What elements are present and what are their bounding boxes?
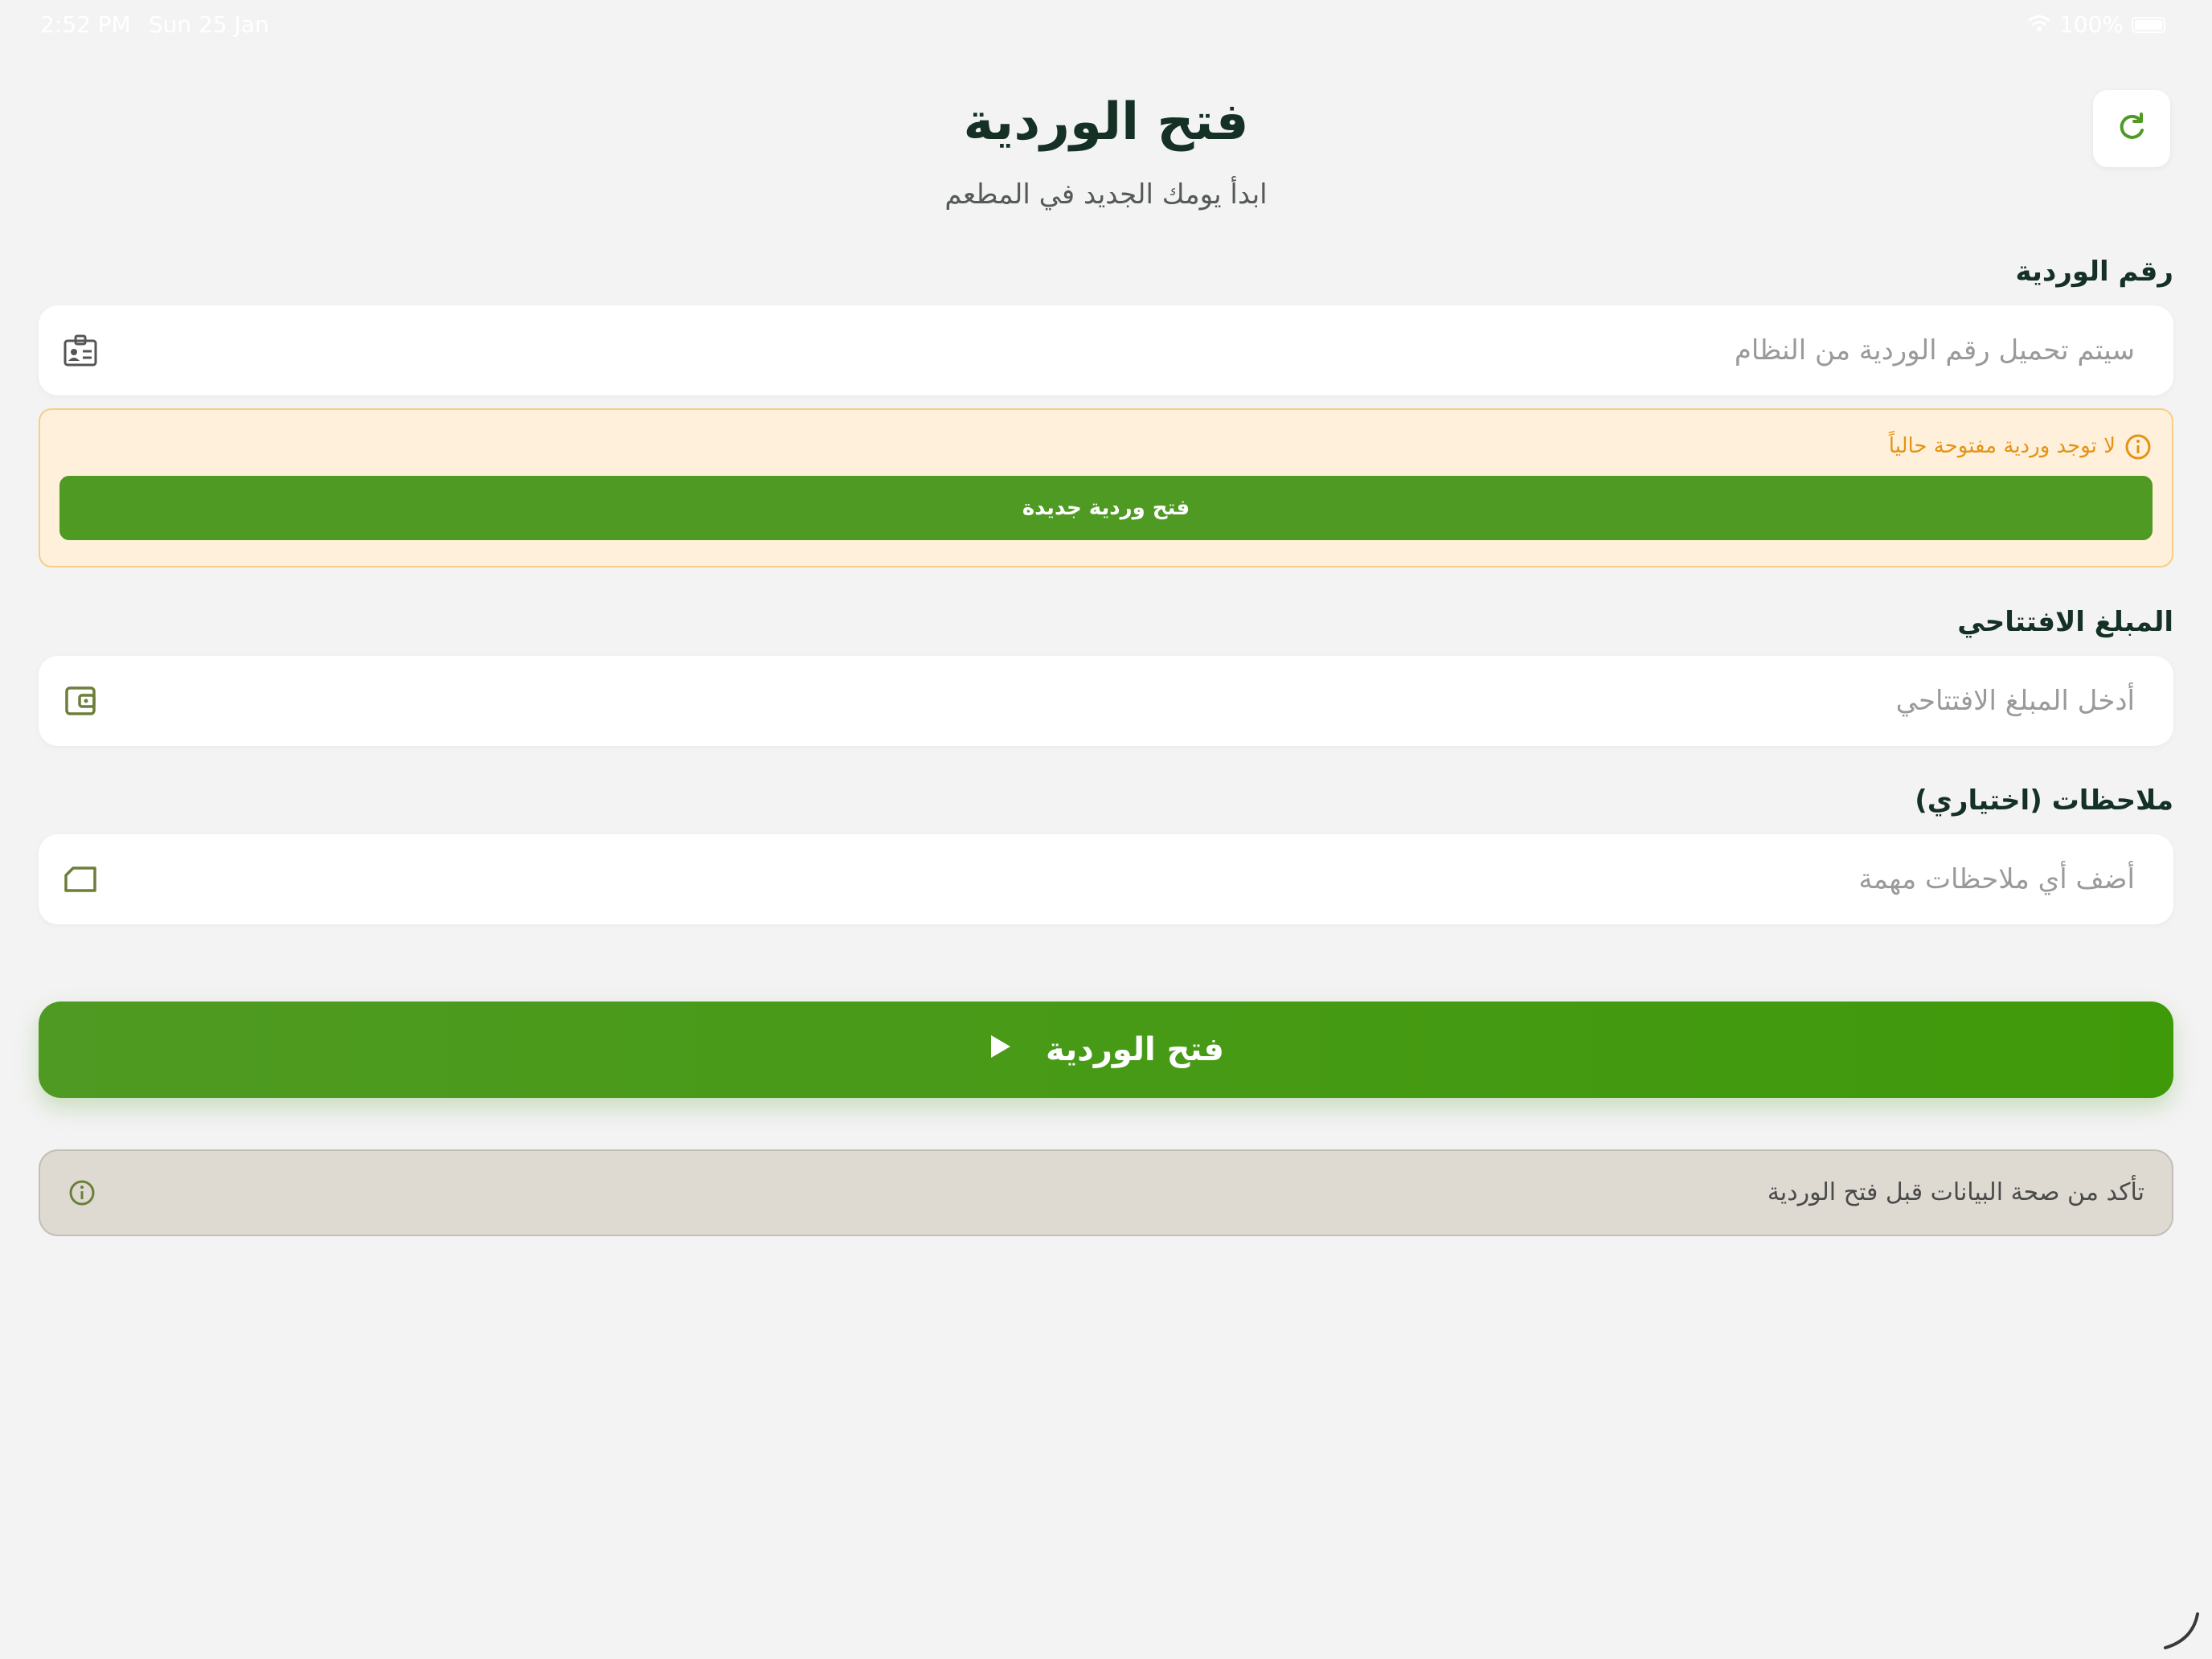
id-card-icon <box>61 331 100 370</box>
info-icon <box>68 1178 96 1207</box>
notes-field[interactable]: أضف أي ملاحظات مهمة <box>39 834 2173 924</box>
open-shift-button-label: فتح الوردية <box>1046 1031 1224 1068</box>
opening-amount-placeholder: أدخل المبلغ الافتتاحي <box>1895 685 2135 717</box>
wallet-icon <box>61 682 100 720</box>
wifi-icon <box>2027 11 2051 38</box>
open-new-shift-button[interactable]: فتح وردية جديدة <box>59 476 2153 540</box>
battery-percent: 100% <box>2058 11 2124 38</box>
verify-data-note: تأكد من صحة البيانات قبل فتح الوردية <box>39 1149 2173 1236</box>
no-open-shift-text: لا توجد وردية مفتوحة حالياً <box>1888 434 2116 458</box>
notes-placeholder: أضف أي ملاحظات مهمة <box>1858 863 2135 895</box>
resize-handle-icon <box>2161 1611 2201 1651</box>
shift-number-placeholder: سيتم تحميل رقم الوردية من النظام <box>1734 334 2135 367</box>
page-subtitle: ابدأ يومك الجديد في المطعم <box>944 178 1268 211</box>
open-shift-button[interactable]: فتح الوردية <box>39 1002 2173 1098</box>
refresh-icon <box>2114 109 2149 148</box>
shift-number-field[interactable]: سيتم تحميل رقم الوردية من النظام <box>39 305 2173 395</box>
page-title: فتح الوردية <box>963 92 1249 152</box>
status-date: Sun 25 Jan <box>148 11 269 38</box>
verify-data-text: تأكد من صحة البيانات قبل فتح الوردية <box>1767 1178 2144 1206</box>
opening-amount-field[interactable]: أدخل المبلغ الافتتاحي <box>39 656 2173 746</box>
battery-icon <box>2132 16 2165 33</box>
status-left: 2:52 PM Sun 25 Jan <box>40 11 269 38</box>
note-icon <box>61 860 100 899</box>
status-bar: 2:52 PM Sun 25 Jan 100% <box>0 0 2212 51</box>
play-icon <box>988 1031 1014 1068</box>
status-right: 100% <box>2027 11 2165 38</box>
no-open-shift-alert: لا توجد وردية مفتوحة حالياً فتح وردية جد… <box>39 408 2173 567</box>
opening-amount-label: المبلغ الافتتاحي <box>1957 606 2173 638</box>
notes-label: ملاحظات (اختياري) <box>1915 784 2173 817</box>
refresh-button[interactable] <box>2093 90 2170 167</box>
open-shift-screen: 2:52 PM Sun 25 Jan 100% فتح الوردية ابدأ… <box>0 0 2212 1659</box>
shift-number-label: رقم الوردية <box>2015 256 2173 288</box>
info-icon <box>2124 432 2153 461</box>
status-time: 2:52 PM <box>40 11 131 38</box>
